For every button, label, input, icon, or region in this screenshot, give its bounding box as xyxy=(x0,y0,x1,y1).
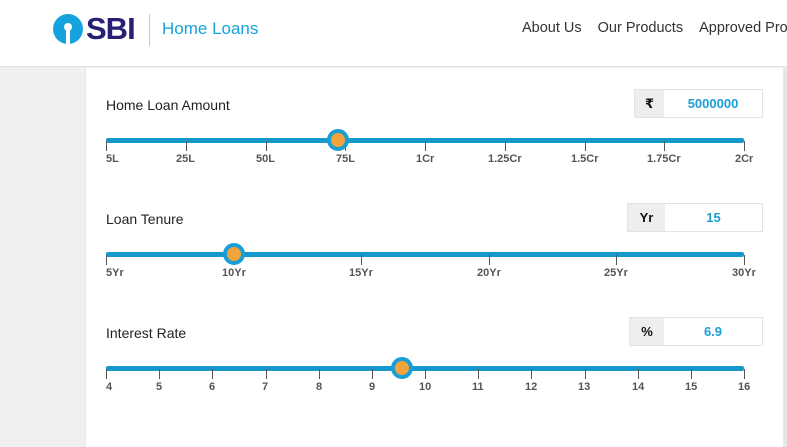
rate-tick-label: 6 xyxy=(209,381,216,393)
rate-tick-label: 10 xyxy=(419,381,432,393)
rate-slider-handle[interactable] xyxy=(391,357,413,379)
tenure-slider-track[interactable] xyxy=(106,252,744,257)
rate-tick xyxy=(691,369,692,379)
sbi-logo[interactable]: SBI xyxy=(53,11,136,46)
amount-tick-label: 1.25Cr xyxy=(488,153,522,165)
amount-tick-label: 5L xyxy=(106,153,119,165)
rate-tick-label: 16 xyxy=(738,381,751,393)
rate-tick-label: 7 xyxy=(262,381,269,393)
rate-tick xyxy=(585,369,586,379)
nav-about-us[interactable]: About Us xyxy=(522,19,582,37)
rate-tick xyxy=(478,369,479,379)
amount-tick-label: 1.75Cr xyxy=(647,153,681,165)
emi-calculator-card xyxy=(85,68,784,447)
amount-tick-label: 50L xyxy=(256,153,275,165)
rate-tick-label: 9 xyxy=(369,381,376,393)
tenure-tick-label: 5Yr xyxy=(106,267,124,279)
amount-tick xyxy=(186,141,187,151)
tenure-input-box[interactable]: Yr 15 xyxy=(627,203,763,232)
tenure-tick-label: 30Yr xyxy=(732,267,756,279)
amount-tick xyxy=(744,141,745,151)
amount-tick xyxy=(266,141,267,151)
tenure-tick xyxy=(489,255,490,265)
rate-tick-label: 11 xyxy=(472,381,484,393)
site-header: SBI Home Loans About Us Our Products App… xyxy=(0,0,787,67)
amount-value[interactable]: 5000000 xyxy=(664,90,762,117)
rate-value[interactable]: 6.9 xyxy=(664,318,762,345)
rate-input-box[interactable]: % 6.9 xyxy=(629,317,763,346)
sbi-keyhole-icon xyxy=(53,14,83,44)
amount-tick xyxy=(664,141,665,151)
rate-tick-label: 4 xyxy=(106,381,113,393)
amount-tick-label: 1.5Cr xyxy=(571,153,599,165)
rate-tick xyxy=(266,369,267,379)
amount-tick-label: 2Cr xyxy=(735,153,754,165)
amount-label: Home Loan Amount xyxy=(106,97,230,113)
rate-tick-label: 15 xyxy=(685,381,698,393)
tenure-tick-label: 15Yr xyxy=(349,267,373,279)
rate-tick-label: 8 xyxy=(316,381,323,393)
tenure-value[interactable]: 15 xyxy=(665,204,762,231)
percent-unit: % xyxy=(630,318,664,345)
nav-our-products[interactable]: Our Products xyxy=(598,19,683,37)
amount-tick-label: 25L xyxy=(176,153,195,165)
top-nav: About Us Our Products Approved Proje xyxy=(522,19,787,37)
tenure-tick-label: 20Yr xyxy=(477,267,501,279)
rate-tick xyxy=(744,369,745,379)
rate-tick xyxy=(159,369,160,379)
nav-approved-projects[interactable]: Approved Proje xyxy=(699,19,787,37)
rate-tick xyxy=(319,369,320,379)
tenure-label: Loan Tenure xyxy=(106,211,184,227)
amount-tick-label: 75L xyxy=(336,153,355,165)
tenure-tick-label: 25Yr xyxy=(604,267,628,279)
header-divider xyxy=(149,14,150,46)
tenure-tick xyxy=(361,255,362,265)
rate-tick-label: 12 xyxy=(525,381,538,393)
amount-input-box[interactable]: ₹ 5000000 xyxy=(634,89,763,118)
amount-tick xyxy=(585,141,586,151)
rate-tick xyxy=(531,369,532,379)
amount-tick-label: 1Cr xyxy=(416,153,435,165)
amount-tick xyxy=(505,141,506,151)
tenure-tick xyxy=(616,255,617,265)
rupee-unit: ₹ xyxy=(635,90,664,117)
rate-tick-label: 5 xyxy=(156,381,163,393)
rate-tick xyxy=(425,369,426,379)
rate-tick xyxy=(372,369,373,379)
page-title[interactable]: Home Loans xyxy=(162,18,258,40)
rate-tick-label: 13 xyxy=(578,381,591,393)
tenure-tick xyxy=(744,255,745,265)
logo-text: SBI xyxy=(86,11,136,46)
amount-slider-handle[interactable] xyxy=(327,129,349,151)
years-unit: Yr xyxy=(628,204,665,231)
tenure-tick-label: 10Yr xyxy=(222,267,246,279)
amount-tick xyxy=(106,141,107,151)
rate-label: Interest Rate xyxy=(106,325,187,341)
amount-tick xyxy=(425,141,426,151)
rate-tick-label: 14 xyxy=(632,381,645,393)
rate-tick xyxy=(106,369,107,379)
tenure-slider-handle[interactable] xyxy=(223,243,245,265)
tenure-tick xyxy=(106,255,107,265)
rate-tick xyxy=(638,369,639,379)
rate-tick xyxy=(212,369,213,379)
